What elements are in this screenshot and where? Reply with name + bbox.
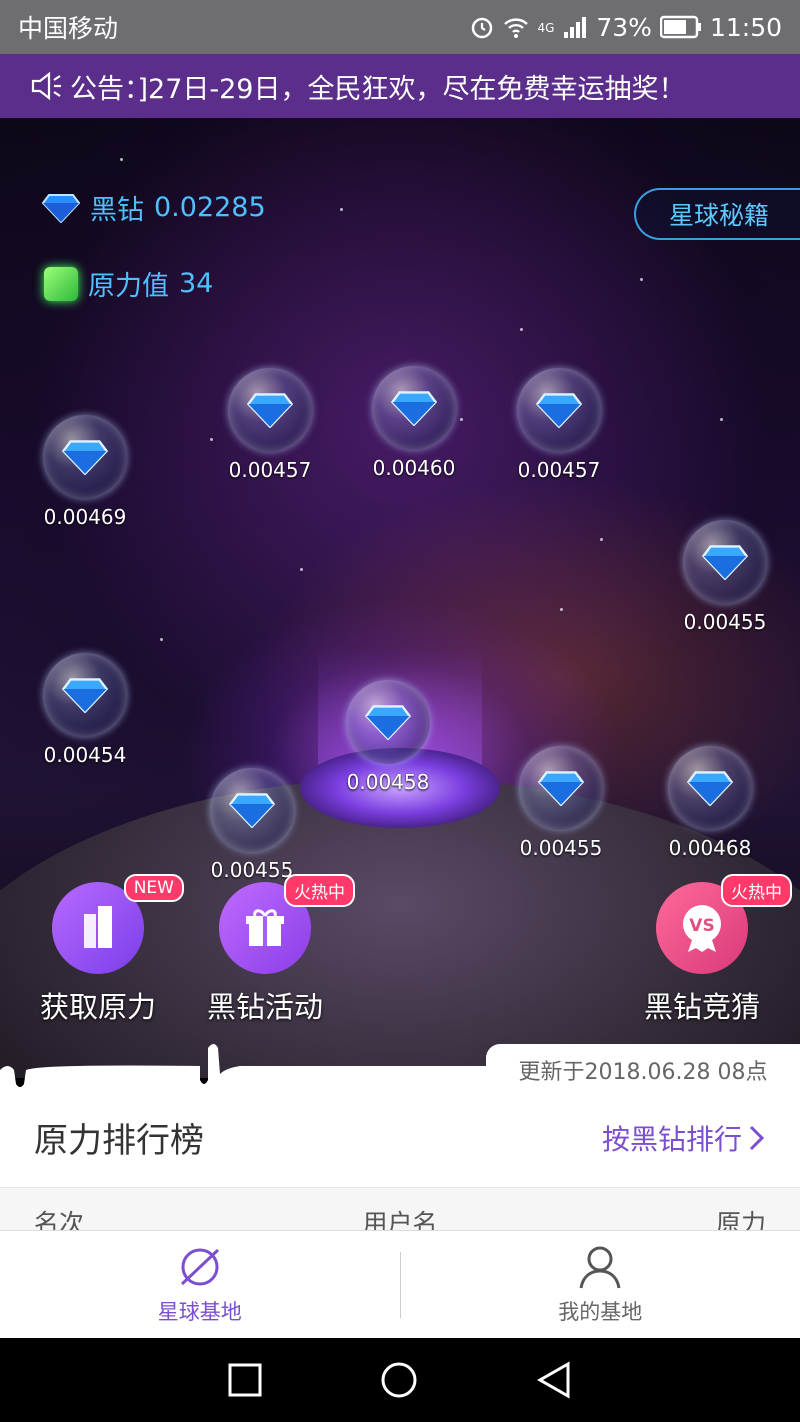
star: [300, 568, 303, 571]
signal-icon: [564, 17, 587, 38]
get-force-icon-circle: NEW: [52, 874, 184, 974]
get-force-label: 获取原力: [39, 990, 156, 1024]
diamond-value: 0.00469: [43, 505, 127, 529]
diamond-value: 0.00460: [372, 456, 456, 480]
diamond-value: 0.00468: [668, 836, 752, 860]
sort-label: 按黑钻排行: [601, 1122, 742, 1156]
hot-badge: 火热中: [721, 874, 792, 907]
diamond-value: 0.00457: [228, 458, 312, 482]
diamond-guess-icon-circle: VS 火热中: [656, 874, 792, 974]
diamond-bubble[interactable]: 0.00457: [499, 368, 619, 482]
vs-medal-icon: VS: [683, 905, 721, 952]
diamond-value: 0.00458: [346, 770, 430, 794]
star: [640, 278, 643, 281]
star: [520, 328, 523, 331]
diamond-bubble[interactable]: 0.00455: [501, 746, 621, 860]
diamond-icon: [228, 368, 312, 452]
alarm-icon: [472, 17, 493, 39]
green-gem-icon: [44, 266, 78, 301]
diamond-value: 0.00457: [517, 458, 601, 482]
back-icon[interactable]: [536, 1361, 572, 1399]
column-rank: 名次: [34, 1209, 85, 1230]
diamond-event-icon-circle: 火热中: [219, 874, 355, 974]
star: [160, 638, 163, 641]
diamond-bubble[interactable]: 0.00458: [328, 680, 448, 794]
chevron-right-icon: [749, 1125, 765, 1150]
diamond-icon: [42, 193, 80, 223]
network-type: 4G: [537, 20, 555, 35]
black-diamond-value: 0.02285: [154, 192, 266, 223]
diamond-guess-label: 黑钻竞猜: [643, 990, 760, 1024]
diamond-icon: [43, 415, 127, 499]
diamond-bubble[interactable]: 0.00460: [354, 366, 474, 480]
battery-icon: [659, 15, 701, 39]
diamond-value: 0.00455: [519, 836, 603, 860]
ranking-title: 原力排行榜: [34, 1121, 204, 1161]
svg-text:VS: VS: [689, 916, 714, 936]
status-bar: 中国移动 4G 73% 11:50: [0, 0, 800, 54]
carrier-name: 中国移动: [18, 14, 119, 43]
diamond-icon: [210, 768, 294, 852]
sort-by-diamond-link[interactable]: 按黑钻排行: [602, 1118, 766, 1158]
diamond-icon: [519, 746, 603, 830]
ranking-section: 原力排行榜 按黑钻排行 名次 用户名 原力: [0, 1088, 800, 1230]
star: [340, 208, 343, 211]
diamond-event-label: 黑钻活动: [206, 990, 323, 1024]
diamond-bubble[interactable]: 0.00468: [650, 746, 770, 860]
hot-badge: 火热中: [284, 874, 355, 907]
diamond-value: 0.00455: [683, 610, 767, 634]
tab-my-base[interactable]: 我的基地: [401, 1231, 800, 1338]
ranking-columns: 名次 用户名 原力: [0, 1188, 800, 1230]
diamond-bubble[interactable]: 0.00457: [210, 368, 330, 482]
black-diamond-stat: 黑钻 0.02285: [42, 188, 266, 227]
tab-planet-base[interactable]: 星球基地: [0, 1231, 400, 1338]
diamond-guess-button[interactable]: VS 火热中 黑钻竞猜: [622, 874, 792, 1026]
tab-my-base-label: 我的基地: [558, 1299, 643, 1324]
speaker-icon: [31, 71, 61, 101]
home-icon[interactable]: [380, 1361, 418, 1399]
black-diamond-label: 黑钻: [90, 195, 144, 226]
recent-apps-icon[interactable]: [228, 1363, 262, 1397]
diamond-bubble[interactable]: 0.00469: [25, 415, 145, 529]
force-stat: 原力值 34: [44, 264, 213, 303]
status-indicators: 4G 73% 11:50: [469, 13, 782, 42]
wifi-icon: [504, 18, 529, 38]
diamond-bubble[interactable]: 0.00455: [192, 768, 312, 882]
diamond-icon: [668, 746, 752, 830]
tab-planet-base-label: 星球基地: [157, 1299, 242, 1324]
diamond-icon: [43, 653, 127, 737]
diamond-icon: [517, 368, 601, 452]
planet-icon: [180, 1248, 219, 1285]
star: [120, 158, 123, 161]
star: [720, 418, 723, 421]
diamond-event-button[interactable]: 火热中 黑钻活动: [185, 874, 355, 1026]
planet-secrets-button[interactable]: 星球秘籍: [634, 188, 800, 240]
diamond-icon: [346, 680, 430, 764]
diamond-value: 0.00454: [43, 743, 127, 767]
star: [560, 608, 563, 611]
force-value: 34: [179, 268, 214, 299]
announcement-text: 公告：]27日-29日，全民狂欢，尽在免费幸运抽奖！: [70, 73, 686, 105]
clock: 11:50: [709, 12, 782, 42]
force-label: 原力值: [88, 271, 169, 302]
get-force-button[interactable]: NEW 获取原力: [18, 874, 184, 1026]
gift-icon: [246, 909, 284, 946]
battery-percent: 73%: [596, 12, 652, 42]
new-badge: NEW: [123, 874, 184, 902]
ranking-header: 原力排行榜 按黑钻排行: [0, 1088, 800, 1188]
column-username: 用户名: [362, 1209, 438, 1230]
person-icon: [579, 1246, 621, 1288]
star: [600, 538, 603, 541]
announcement-bar[interactable]: 公告：]27日-29日，全民狂欢，尽在免费幸运抽奖！: [0, 54, 800, 118]
diamond-bubble[interactable]: 0.00454: [25, 653, 145, 767]
system-nav-bar: [0, 1338, 800, 1422]
diamond-bubble[interactable]: 0.00455: [665, 520, 785, 634]
column-force: 原力: [715, 1209, 766, 1230]
diamond-icon: [372, 366, 456, 450]
bottom-tab-bar: 星球基地 我的基地: [0, 1230, 800, 1338]
diamond-icon: [683, 520, 767, 604]
planet-scene: 黑钻 0.02285 原力值 34 星球秘籍 0.00457 0.00460 0…: [0, 118, 800, 1078]
buildings-icon: [84, 906, 112, 948]
